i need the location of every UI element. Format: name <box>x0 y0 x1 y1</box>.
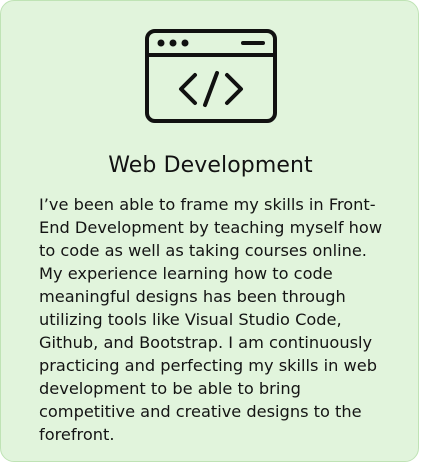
card-title: Web Development <box>108 153 313 178</box>
code-window-icon <box>145 29 277 123</box>
skill-card: Web Development I’ve been able to frame … <box>0 0 419 462</box>
card-description: I’ve been able to frame my skills in Fro… <box>39 195 383 444</box>
